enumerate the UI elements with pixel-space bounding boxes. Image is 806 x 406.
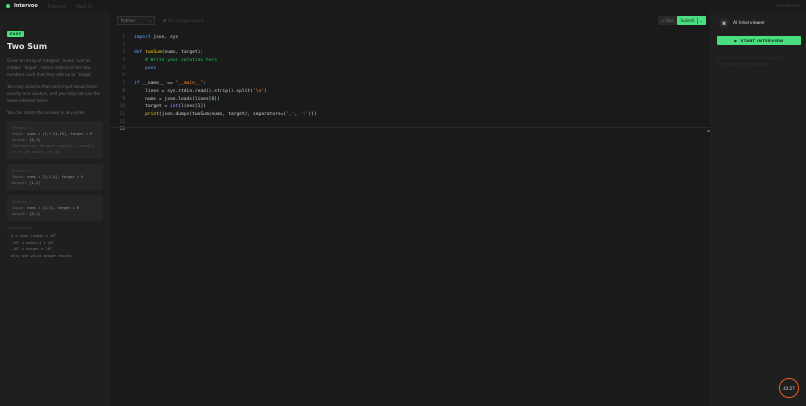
- example-output: [1,2]: [29, 181, 41, 185]
- brand-name: Intervoo: [14, 3, 38, 9]
- timer-display: 43:27: [779, 378, 799, 398]
- code-area[interactable]: 1 import json, sys 2 3 def twoSum(nums, ta…: [110, 34, 710, 134]
- interviewer-name: AI Interviewer: [733, 20, 766, 26]
- code-line: 12: [110, 119, 710, 127]
- line-number: 8: [122, 88, 125, 94]
- submit-button[interactable]: Submit ⌄: [677, 16, 706, 25]
- problem-description: You may assume that each input would hav…: [7, 84, 100, 103]
- output-label: Output:: [12, 181, 28, 185]
- editor-toolbar: Python ⌄ All changes saved ▷ Run Submit …: [110, 12, 710, 29]
- constraints-title: Constraints:: [7, 226, 33, 230]
- nav-link-mock-ai[interactable]: Mock AI: [76, 4, 92, 9]
- run-button[interactable]: ▷ Run: [657, 16, 678, 25]
- brand[interactable]: Intervoo: [6, 3, 38, 9]
- problem-title: Two Sum: [7, 42, 48, 51]
- line-number: 4: [122, 58, 125, 64]
- chevron-down-icon[interactable]: ⌄: [700, 18, 703, 23]
- top-bar: Intervoo Problems Mock AI Exit session: [0, 0, 806, 12]
- example-output: [0,1]: [29, 212, 41, 216]
- constraint-item: Only one valid answer exists.: [11, 253, 74, 258]
- problem-description: Given an array of integers `nums` and an…: [7, 58, 95, 77]
- line-number: 6: [122, 73, 125, 79]
- output-label: Output:: [12, 138, 28, 142]
- line-number: 11: [119, 111, 125, 117]
- example-output: [0,1]: [29, 138, 41, 142]
- line-number: 2: [122, 42, 125, 48]
- code-text[interactable]: import json, sys: [125, 34, 178, 42]
- interviewer-header: N AI Interviewer: [719, 18, 806, 28]
- code-text[interactable]: nums = json.loads(lines[0]): [125, 96, 220, 104]
- code-line: 5 pass: [110, 65, 710, 73]
- exit-session-link[interactable]: Exit session: [776, 3, 800, 8]
- start-interview-label: START INTERVIEW: [740, 38, 784, 43]
- code-line: 1 import json, sys: [110, 34, 710, 42]
- interviewer-panel: N AI Interviewer ▶ START INTERVIEW Start…: [710, 12, 806, 406]
- example-block: Example 1 Input: nums = [2,7,11,15], tar…: [7, 121, 103, 159]
- autosave-status: All changes saved: [163, 18, 204, 23]
- line-number: 7: [122, 81, 125, 87]
- chevron-down-icon: ⌄: [148, 18, 152, 23]
- example-explanation: Explanation: Because nums[0] + nums[1] =…: [12, 144, 95, 154]
- difficulty-badge: EASY: [7, 31, 25, 37]
- line-number: 1: [122, 35, 125, 40]
- code-text[interactable]: [125, 42, 134, 50]
- start-interview-button[interactable]: ▶ START INTERVIEW: [717, 36, 801, 45]
- problem-panel: EASY Two Sum Given an array of integers …: [0, 12, 110, 406]
- autosave-text: All changes saved: [168, 18, 205, 23]
- code-line: 4 # Write your solution here: [110, 57, 710, 65]
- example-input: nums = [3,2,4], target = 6: [27, 175, 84, 179]
- code-text[interactable]: if __name__ == "__main__":: [125, 80, 206, 88]
- code-text[interactable]: pass: [125, 65, 156, 73]
- code-text[interactable]: def twoSum(nums, target):: [125, 49, 203, 57]
- code-line: 10 target = int(lines[1]): [110, 103, 710, 111]
- input-label: Input:: [12, 132, 25, 136]
- line-number: 3: [122, 50, 125, 56]
- nav-link-problems[interactable]: Problems: [48, 4, 66, 9]
- code-text[interactable]: lines = sys.stdin.read().strip().split('…: [125, 88, 267, 96]
- status-dot-icon: [163, 19, 166, 22]
- code-line: 2: [110, 42, 710, 50]
- language-select[interactable]: Python ⌄: [117, 16, 155, 25]
- code-text[interactable]: print(json.dumps(twoSum(nums, target), s…: [125, 111, 317, 119]
- example-input: nums = [2,7,11,15], target = 9: [27, 132, 93, 136]
- line-number: 10: [119, 104, 125, 110]
- button-divider: [696, 17, 698, 24]
- output-label: Output:: [12, 212, 28, 216]
- code-text[interactable]: [125, 72, 134, 80]
- code-text[interactable]: # Write your solution here: [125, 57, 217, 65]
- avatar: N: [719, 18, 729, 28]
- input-label: Input:: [12, 175, 25, 179]
- brand-logo-icon: [6, 4, 10, 8]
- code-line: 7 if __name__ == "__main__":: [110, 80, 710, 88]
- code-line: 9 nums = json.loads(lines[0]): [110, 96, 710, 104]
- line-number: 9: [122, 96, 125, 102]
- code-line: 8 lines = sys.stdin.read().strip().split…: [110, 88, 710, 96]
- code-text[interactable]: [125, 119, 134, 127]
- code-text[interactable]: target = int(lines[1]): [125, 103, 206, 111]
- code-line: 6: [110, 72, 710, 80]
- submit-label: Submit: [680, 18, 695, 23]
- code-editor[interactable]: Python ⌄ All changes saved ▷ Run Submit …: [110, 12, 710, 406]
- example-block: Example 3 Input: nums = [3,3], target = …: [7, 195, 103, 221]
- code-line: 11 print(json.dumps(twoSum(nums, target)…: [110, 111, 710, 119]
- editor-divider: [110, 127, 710, 128]
- play-icon: ▶: [734, 38, 738, 43]
- code-line: 3 def twoSum(nums, target):: [110, 49, 710, 57]
- problem-description: You can return the answer in any order.: [7, 110, 86, 115]
- example-input: nums = [3,3], target = 6: [27, 206, 80, 210]
- line-number: 5: [122, 65, 125, 71]
- input-label: Input:: [12, 206, 25, 210]
- interviewer-note: Start the interview to talk with your AI…: [717, 56, 782, 66]
- line-number: 12: [119, 119, 125, 125]
- example-block: Example 2 Input: nums = [3,2,4], target …: [7, 164, 103, 190]
- language-value: Python: [121, 18, 135, 23]
